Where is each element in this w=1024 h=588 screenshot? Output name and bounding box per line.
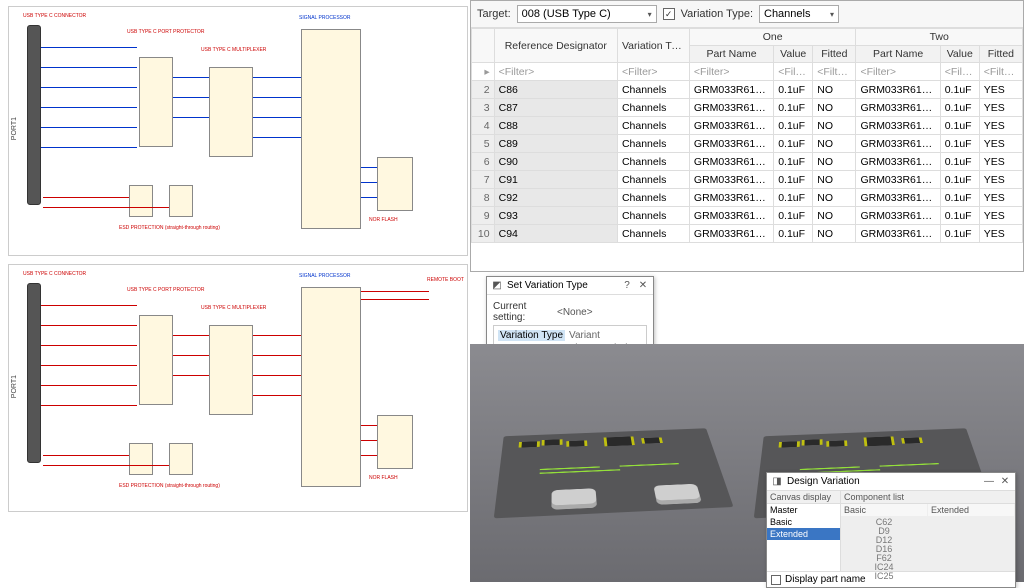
vartype-selected[interactable]: Variation Type xyxy=(498,330,565,341)
schematic-label: SIGNAL PROCESSOR xyxy=(299,273,351,279)
dv-basic-list[interactable]: C62D9D12D16F62IC24IC25 xyxy=(841,517,927,571)
schematic-label: USB TYPE C PORT PROTECTOR xyxy=(127,29,204,35)
schematic-label: NOR FLASH xyxy=(369,217,398,223)
current-setting-value: <None> xyxy=(557,307,593,318)
table-row[interactable]: 2C86ChannelsGRM033R61C...0.1uFNOGRM033R6… xyxy=(472,81,1023,99)
pcb-assembly-one xyxy=(494,428,734,518)
col-group-one[interactable]: One xyxy=(689,29,856,46)
target-value: 008 (USB Type C) xyxy=(522,8,611,20)
schematic-label: SIGNAL PROCESSOR xyxy=(299,15,351,21)
target-combo[interactable]: 008 (USB Type C) ▾ xyxy=(517,5,657,23)
minimize-icon[interactable]: — xyxy=(983,476,995,488)
variation-type-combo[interactable]: Channels ▾ xyxy=(759,5,839,23)
schematic-label: USB TYPE C CONNECTOR xyxy=(23,13,86,19)
col-value-two[interactable]: Value xyxy=(940,46,979,63)
help-icon[interactable]: ? xyxy=(621,280,633,292)
target-label: Target: xyxy=(477,8,511,20)
schematic-view-two[interactable]: USB TYPE C CONNECTOR PORT1 USB TYPE C PO… xyxy=(8,264,468,512)
display-part-label: Display part name xyxy=(785,574,866,585)
variation-type-checkbox[interactable]: ✓ xyxy=(663,8,675,20)
col-value-one[interactable]: Value xyxy=(774,46,813,63)
table-row[interactable]: 3C87ChannelsGRM033R61C...0.1uFNOGRM033R6… xyxy=(472,99,1023,117)
canvas-display-header: Canvas display xyxy=(767,491,840,504)
schematic-label: USB TYPE C MULTIPLEXER xyxy=(201,305,266,311)
schematic-label: USB TYPE C PORT PROTECTOR xyxy=(127,287,204,293)
schematic-label: NOR FLASH xyxy=(369,475,398,481)
chevron-down-icon: ▾ xyxy=(830,10,834,19)
variation-grid[interactable]: Reference Designator Variation Type One … xyxy=(471,28,1023,243)
dialog-icon: ◩ xyxy=(491,280,503,292)
canvas-display-item[interactable]: Master xyxy=(767,504,840,516)
schematic-view-one[interactable]: USB TYPE C CONNECTOR PORT1 USB TYPE C PO… xyxy=(8,6,468,256)
canvas-display-item[interactable]: Basic xyxy=(767,516,840,528)
dv-ext-list[interactable] xyxy=(928,517,1014,571)
variation-toolbar: Target: 008 (USB Type C) ▾ ✓ Variation T… xyxy=(471,1,1023,28)
col-group-two[interactable]: Two xyxy=(856,29,1023,46)
schematic-label: ESD PROTECTION (straight-through routing… xyxy=(119,225,220,231)
dv-title: Design Variation xyxy=(787,476,860,487)
filter-row[interactable]: ▸ <Filter> <Filter> <Filter> <Filter> <F… xyxy=(472,63,1023,81)
table-row[interactable]: 4C88ChannelsGRM033R61C...0.1uFNOGRM033R6… xyxy=(472,117,1023,135)
col-ref-header[interactable]: Reference Designator xyxy=(494,29,617,63)
schematic-label: ESD PROTECTION (straight-through routing… xyxy=(119,483,220,489)
close-icon[interactable]: ✕ xyxy=(999,476,1011,488)
variant-sub: Variant xyxy=(569,330,600,341)
col-fitted-two[interactable]: Fitted xyxy=(979,46,1022,63)
close-icon[interactable]: ✕ xyxy=(637,280,649,292)
dialog-icon: ◨ xyxy=(771,476,783,488)
col-part-one[interactable]: Part Name xyxy=(689,46,773,63)
table-row[interactable]: 7C91ChannelsGRM033R61C...0.1uFNOGRM033R6… xyxy=(472,171,1023,189)
variation-type-label: Variation Type: xyxy=(681,8,753,20)
dv-col-basic[interactable]: Basic xyxy=(841,504,927,517)
table-row[interactable]: 9C93ChannelsGRM033R61C...0.1uFNOGRM033R6… xyxy=(472,207,1023,225)
variation-type-value: Channels xyxy=(764,8,810,20)
current-setting-label: Current setting: xyxy=(493,301,553,323)
table-row[interactable]: 8C92ChannelsGRM033R61C...0.1uFNOGRM033R6… xyxy=(472,189,1023,207)
col-vartype-header[interactable]: Variation Type xyxy=(617,29,689,63)
schematic-label: USB TYPE C MULTIPLEXER xyxy=(201,47,266,53)
table-row[interactable]: 10C94ChannelsGRM033R61C...0.1uFNOGRM033R… xyxy=(472,225,1023,243)
schematic-label: USB TYPE C CONNECTOR xyxy=(23,271,86,277)
table-row[interactable]: 6C90ChannelsGRM033R61C...0.1uFNOGRM033R6… xyxy=(472,153,1023,171)
canvas-display-item[interactable]: Extended xyxy=(767,528,840,540)
col-fitted-one[interactable]: Fitted xyxy=(813,46,856,63)
dialog-title: Set Variation Type xyxy=(507,280,588,291)
component-list-header: Component list xyxy=(841,491,1015,504)
display-part-checkbox[interactable] xyxy=(771,575,781,585)
table-row[interactable]: 5C89ChannelsGRM033R61C...0.1uFNOGRM033R6… xyxy=(472,135,1023,153)
dv-col-ext[interactable]: Extended xyxy=(928,504,1014,517)
port-label: PORT1 xyxy=(11,117,18,140)
remote-boot-label: REMOTE BOOT xyxy=(427,277,464,283)
col-part-two[interactable]: Part Name xyxy=(856,46,940,63)
design-variation-dialog: ◨ Design Variation — ✕ Canvas display Ma… xyxy=(766,472,1016,588)
chevron-down-icon: ▾ xyxy=(648,10,652,19)
port-label: PORT1 xyxy=(11,375,18,398)
variation-table-panel: Target: 008 (USB Type C) ▾ ✓ Variation T… xyxy=(470,0,1024,272)
